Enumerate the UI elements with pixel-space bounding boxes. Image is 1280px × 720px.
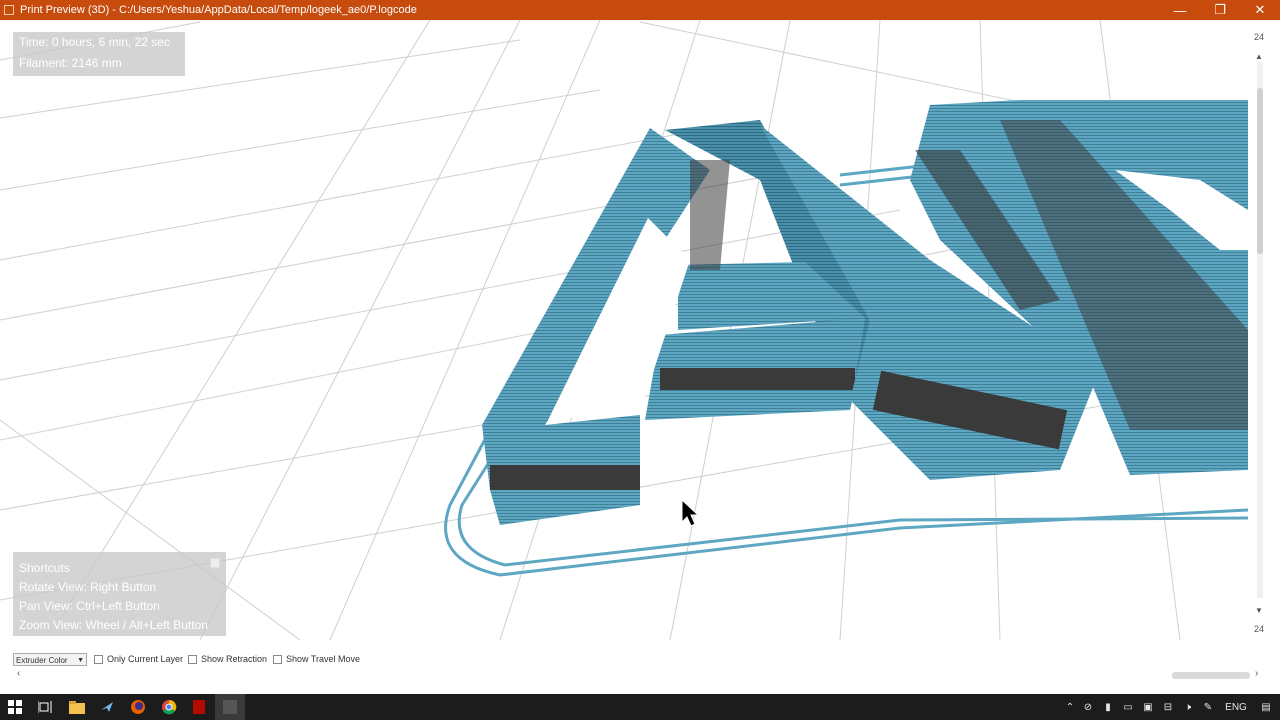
chevron-up-icon[interactable]: ⌃: [1062, 702, 1078, 713]
window-title: Print Preview (3D) - C:/Users/Yeshua/App…: [20, 4, 417, 16]
3d-render: [0, 20, 1248, 641]
print-stats-panel: Time: 0 hours, 6 min, 22 sec Filament: 2…: [13, 32, 185, 76]
only-current-layer-checkbox[interactable]: Only Current Layer: [94, 654, 183, 664]
only-current-layer-label: Only Current Layer: [107, 654, 184, 664]
show-travel-move-label: Show Travel Move: [286, 654, 361, 664]
close-icon[interactable]: [210, 558, 220, 568]
scroll-left-icon[interactable]: ‹: [17, 668, 20, 679]
show-retraction-checkbox[interactable]: Show Retraction: [188, 654, 267, 664]
chrome-icon[interactable]: [154, 694, 184, 720]
chevron-up-icon[interactable]: ▲: [1254, 52, 1264, 61]
color-mode-select[interactable]: Extruder Color ▼: [13, 653, 87, 666]
shortcut-zoom: Zoom View: Wheel / Alt+Left Button: [19, 618, 208, 632]
show-retraction-label: Show Retraction: [201, 654, 268, 664]
close-button[interactable]: ✕: [1240, 0, 1280, 20]
layer-slider-track[interactable]: [1257, 62, 1263, 598]
minimize-button[interactable]: —: [1160, 0, 1200, 20]
windows-start-icon[interactable]: [0, 694, 30, 720]
color-mode-value: Extruder Color: [16, 656, 68, 665]
layer-slider[interactable]: 24 ▲ ▼ 24: [1252, 30, 1266, 642]
shortcuts-panel: Shortcuts Rotate View: Right Button Pan …: [13, 552, 226, 636]
mouse-cursor: [681, 498, 700, 527]
antivirus-icon[interactable]: ⊘: [1078, 702, 1098, 713]
system-tray: ⌃ ⊘ ▮ ▭ ▣ ⊟ 🕨 ✎ ENG ▤: [1062, 694, 1278, 720]
app-icon[interactable]: [92, 694, 122, 720]
app-icon: [4, 5, 14, 15]
layer-bottom-value: 24: [1253, 624, 1264, 634]
checkbox-box[interactable]: [94, 654, 103, 664]
title-bar: Print Preview (3D) - C:/Users/Yeshua/App…: [0, 0, 1280, 20]
file-explorer-icon[interactable]: [62, 694, 92, 720]
usb-icon[interactable]: ▮: [1098, 702, 1118, 713]
show-travel-move-checkbox[interactable]: Show Travel Move: [273, 654, 360, 664]
network-icon[interactable]: ⊟: [1158, 702, 1178, 713]
display-icon[interactable]: ▣: [1138, 702, 1158, 713]
scrollbar-thumb[interactable]: [1172, 672, 1250, 679]
volume-mute-icon[interactable]: 🕨: [1178, 702, 1198, 713]
shortcut-pan: Pan View: Ctrl+Left Button: [19, 599, 160, 613]
maximize-button[interactable]: ❐: [1200, 0, 1240, 20]
shortcuts-heading: Shortcuts: [19, 561, 70, 575]
firefox-icon[interactable]: [123, 694, 153, 720]
notifications-icon[interactable]: ▤: [1254, 702, 1278, 713]
pdf-reader-icon[interactable]: [184, 694, 214, 720]
checkbox-box[interactable]: [273, 654, 282, 664]
active-app-icon[interactable]: [215, 694, 245, 720]
language-indicator[interactable]: ENG: [1218, 702, 1254, 713]
shortcut-rotate: Rotate View: Right Button: [19, 580, 157, 594]
dropdown-arrow-icon: ▼: [77, 657, 84, 664]
scroll-right-icon[interactable]: ›: [1255, 668, 1258, 679]
layer-slider-thumb[interactable]: [1257, 88, 1263, 254]
print-time-label: Time: 0 hours, 6 min, 22 sec: [19, 35, 170, 49]
filament-length-label: Filament: 2146 mm: [19, 56, 122, 70]
battery-icon[interactable]: ▭: [1118, 702, 1138, 713]
layer-top-value: 24: [1253, 32, 1264, 42]
windows-taskbar: ⌃ ⊘ ▮ ▭ ▣ ⊟ 🕨 ✎ ENG ▤: [0, 694, 1280, 720]
view-options-toolbar: Extruder Color ▼ Only Current Layer Show…: [0, 650, 1280, 670]
print-preview-viewport[interactable]: Time: 0 hours, 6 min, 22 sec Filament: 2…: [0, 20, 1248, 642]
task-view-icon[interactable]: [30, 694, 60, 720]
horizontal-scrollbar[interactable]: ‹ ›: [14, 668, 1266, 682]
pen-icon[interactable]: ✎: [1198, 702, 1218, 713]
chevron-down-icon[interactable]: ▼: [1254, 606, 1264, 615]
checkbox-box[interactable]: [188, 654, 197, 664]
